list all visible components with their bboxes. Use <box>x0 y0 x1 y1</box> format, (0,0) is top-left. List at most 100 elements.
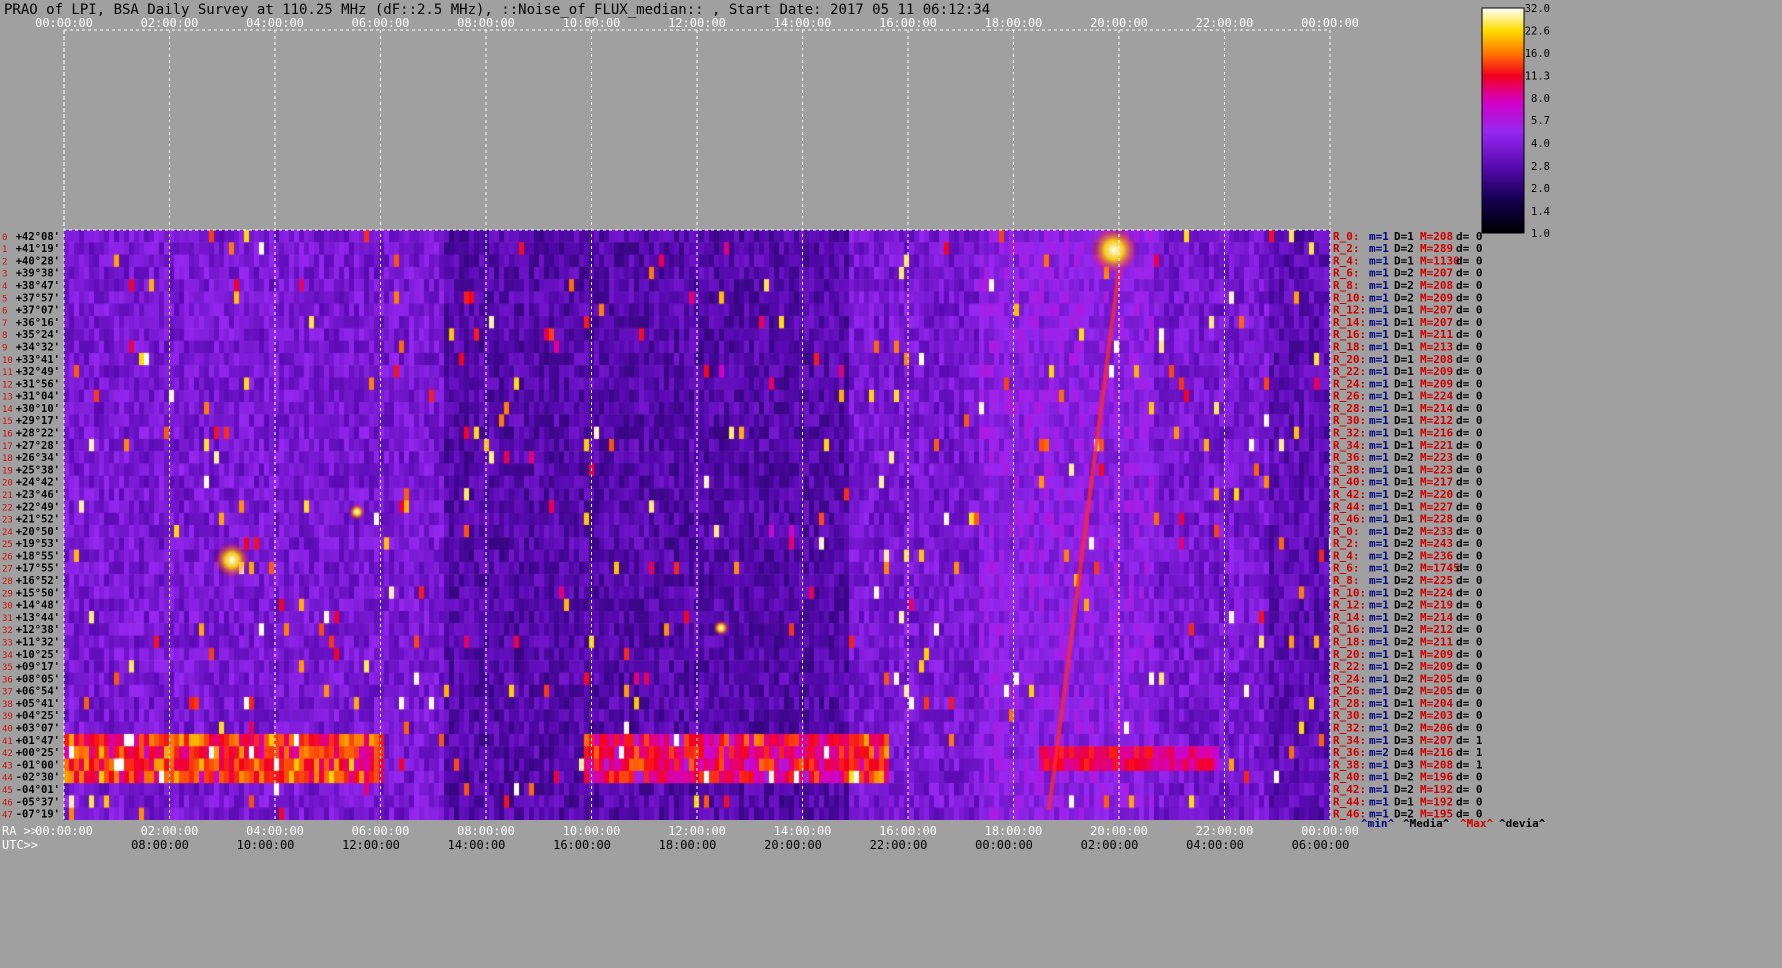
stats-legend-item: ^min^ <box>1361 817 1394 830</box>
stat-label: R_16: <box>1333 328 1366 341</box>
declination-label: +29°17' <box>16 415 60 427</box>
declination-label: +31°56' <box>16 378 60 390</box>
stat-deviation: d= 1 <box>1456 758 1483 771</box>
declination-label: +04°25' <box>16 710 60 722</box>
declination-label: +39°38' <box>16 268 60 280</box>
stat-deviation: d= 0 <box>1456 267 1483 280</box>
stat-min: m=1 <box>1369 427 1389 440</box>
row-index: 36 <box>2 675 13 685</box>
stat-min: m=1 <box>1369 586 1389 599</box>
stat-deviation: d= 0 <box>1456 242 1483 255</box>
stat-min: m=1 <box>1369 697 1389 710</box>
declination-label: +30°10' <box>16 403 60 415</box>
row-index: 44 <box>2 774 13 784</box>
stat-max: M=217 <box>1420 476 1453 489</box>
colorbar-tick-label: 2.0 <box>1531 183 1550 195</box>
row-index: 35 <box>2 663 13 673</box>
colorbar-gradient <box>1481 7 1525 234</box>
declination-label: +37°07' <box>16 305 60 317</box>
stat-min: m=1 <box>1369 525 1389 538</box>
stat-max: M=209 <box>1420 377 1453 390</box>
stat-min: m=1 <box>1369 414 1389 427</box>
row-index: 15 <box>2 417 13 427</box>
stat-label: R_36: <box>1333 746 1366 759</box>
declination-label: +00°25' <box>16 747 60 759</box>
row-index: 34 <box>2 651 13 661</box>
stat-label: R_24: <box>1333 377 1366 390</box>
stat-max: M=228 <box>1420 513 1453 526</box>
stat-deviation: d= 0 <box>1456 488 1483 501</box>
stat-median: D=2 <box>1394 722 1414 735</box>
stat-min: m=1 <box>1369 783 1389 796</box>
declination-label: +11°32' <box>16 636 60 648</box>
stat-median: D=2 <box>1394 525 1414 538</box>
row-index: 33 <box>2 638 13 648</box>
ra-tick-label: 06:00:00 <box>352 824 410 838</box>
stat-max: M=206 <box>1420 722 1453 735</box>
stat-median: D=2 <box>1394 279 1414 292</box>
stat-label: R_8: <box>1333 279 1360 292</box>
stat-label: R_0: <box>1333 230 1360 243</box>
ra-tick-label: 10:00:00 <box>563 824 621 838</box>
stat-max: M=212 <box>1420 623 1453 636</box>
stat-min: m=1 <box>1369 734 1389 747</box>
stat-max: M=214 <box>1420 402 1453 415</box>
stat-min: m=1 <box>1369 685 1389 698</box>
stat-median: D=1 <box>1394 476 1414 489</box>
stat-max: M=214 <box>1420 611 1453 624</box>
row-index: 11 <box>2 368 13 378</box>
stat-min: m=1 <box>1369 635 1389 648</box>
ra-tick-label: 18:00:00 <box>985 824 1043 838</box>
stat-median: D=1 <box>1394 304 1414 317</box>
stat-deviation: d= 0 <box>1456 402 1483 415</box>
stat-median: D=1 <box>1394 230 1414 243</box>
ra-tick-label: 14:00:00 <box>774 824 832 838</box>
stat-max: M=219 <box>1420 599 1453 612</box>
stat-label: R_32: <box>1333 427 1366 440</box>
stat-max: M=1745 <box>1420 562 1460 575</box>
ra-tick-label: 20:00:00 <box>1090 824 1148 838</box>
top-tick-label: 00:00:00 <box>35 16 93 30</box>
stat-deviation: d= 0 <box>1456 377 1483 390</box>
utc-tick-label: 02:00:00 <box>1081 838 1139 852</box>
stat-max: M=207 <box>1420 304 1453 317</box>
survey-heatmap-chart: 00:00:00 00:00:00 02:00:00 02:00:00 04:00:00… <box>2 3 1550 852</box>
declination-label: +34°32' <box>16 341 60 353</box>
stat-label: R_34: <box>1333 734 1366 747</box>
stat-deviation: d= 0 <box>1456 525 1483 538</box>
stat-label: R_2: <box>1333 242 1360 255</box>
ra-tick-label: 00:00:00 <box>35 824 93 838</box>
row-index: 21 <box>2 491 13 501</box>
stat-median: D=1 <box>1394 353 1414 366</box>
declination-label: +22°49' <box>16 501 60 513</box>
stat-deviation: d= 0 <box>1456 549 1483 562</box>
declination-label: +10°25' <box>16 649 60 661</box>
stat-max: M=224 <box>1420 586 1453 599</box>
stat-min: m=1 <box>1369 267 1389 280</box>
row-index: 31 <box>2 614 13 624</box>
stat-median: D=2 <box>1394 771 1414 784</box>
stat-median: D=2 <box>1394 623 1414 636</box>
declination-label: +20°50' <box>16 526 60 538</box>
row-index: 27 <box>2 565 13 575</box>
stats-legend-item: ^Max^ <box>1460 817 1493 830</box>
top-tick-label: 14:00:00 <box>774 16 832 30</box>
stat-deviation: d= 0 <box>1456 328 1483 341</box>
stat-min: m=1 <box>1369 451 1389 464</box>
stat-median: D=2 <box>1394 709 1414 722</box>
stat-min: m=1 <box>1369 340 1389 353</box>
stat-deviation: d= 0 <box>1456 586 1483 599</box>
stat-min: m=1 <box>1369 549 1389 562</box>
stat-max: M=192 <box>1420 783 1453 796</box>
declination-label: +32°49' <box>16 366 60 378</box>
stat-deviation: d= 0 <box>1456 537 1483 550</box>
stat-min: m=1 <box>1369 660 1389 673</box>
ra-tick-label: 08:00:00 <box>457 824 515 838</box>
row-index: 17 <box>2 442 13 452</box>
row-index: 0 <box>2 233 7 243</box>
declination-label: -05°37' <box>16 796 60 808</box>
utc-tick-label: 10:00:00 <box>237 838 295 852</box>
top-tick-label: 04:00:00 <box>246 16 304 30</box>
row-index: 39 <box>2 712 13 722</box>
stat-deviation: d= 0 <box>1456 254 1483 267</box>
